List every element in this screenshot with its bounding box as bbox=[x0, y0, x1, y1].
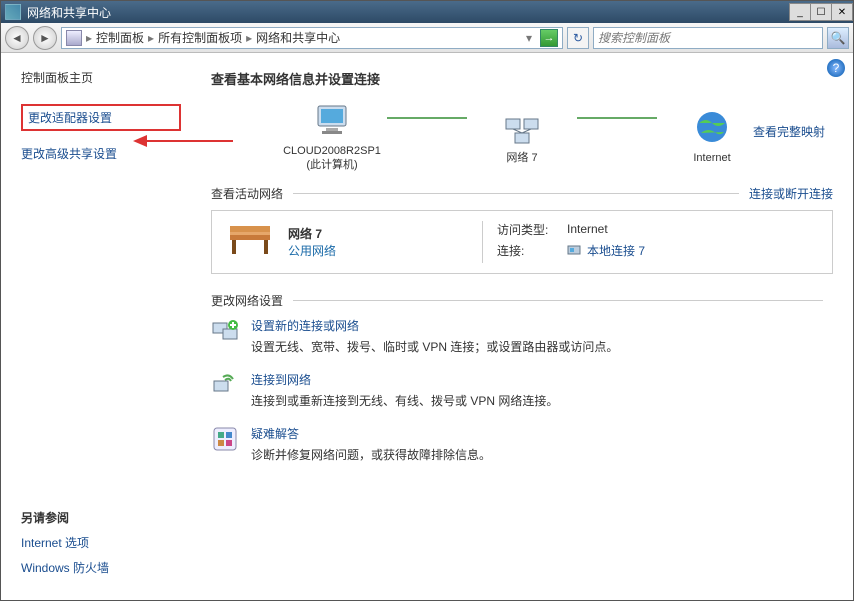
setting-item-connect: 连接到网络 连接到或重新连接到无线、有线、拨号或 VPN 网络连接。 bbox=[211, 371, 833, 409]
connection-link[interactable]: 本地连接 7 bbox=[587, 242, 645, 259]
sidebar: 控制面板主页 更改适配器设置 更改高级共享设置 另请参阅 Internet 选项… bbox=[1, 53, 201, 600]
window-title: 网络和共享中心 bbox=[27, 4, 790, 21]
change-settings-heading: 更改网络设置 bbox=[211, 292, 283, 309]
active-networks-title: 查看活动网络 bbox=[211, 185, 283, 202]
back-button[interactable]: ◄ bbox=[5, 26, 29, 50]
minimize-button[interactable]: _ bbox=[789, 3, 811, 21]
map-node-internet: Internet bbox=[657, 107, 767, 165]
bench-icon bbox=[226, 222, 274, 262]
connection-label: 连接: bbox=[497, 242, 561, 259]
map-connector-2 bbox=[577, 117, 657, 119]
setting-item-new-connection: 设置新的连接或网络 设置无线、宽带、拨号、临时或 VPN 连接；或设置路由器或访… bbox=[211, 317, 833, 355]
nic-icon bbox=[567, 243, 581, 257]
map-this-pc-sub: (此计算机) bbox=[277, 158, 387, 172]
map-this-pc-name: CLOUD2008R2SP1 bbox=[277, 144, 387, 158]
address-icon bbox=[66, 30, 82, 46]
connect-network-icon bbox=[211, 371, 239, 399]
breadcrumb-leaf[interactable]: 网络和共享中心 bbox=[256, 29, 340, 46]
body: ? 控制面板主页 更改适配器设置 更改高级共享设置 另请参阅 Internet … bbox=[1, 53, 853, 600]
network-type-link[interactable]: 公用网络 bbox=[288, 242, 468, 259]
active-networks-header: 查看活动网络 连接或断开连接 bbox=[211, 185, 833, 202]
addr-dropdown-icon[interactable]: ▾ bbox=[526, 31, 532, 45]
search-button[interactable]: 🔍 bbox=[827, 27, 849, 49]
network-icon bbox=[502, 107, 542, 147]
sidebar-home[interactable]: 控制面板主页 bbox=[21, 69, 181, 86]
toolbar: ◄ ► ▸ 控制面板 ▸ 所有控制面板项 ▸ 网络和共享中心 ▾ → ↻ 搜索控… bbox=[1, 23, 853, 53]
network-map: CLOUD2008R2SP1 (此计算机) 网络 7 Internet bbox=[211, 100, 833, 173]
sidebar-link-advanced-sharing[interactable]: 更改高级共享设置 bbox=[21, 145, 181, 162]
setting-title-new-connection[interactable]: 设置新的连接或网络 bbox=[251, 317, 618, 334]
app-icon bbox=[5, 4, 21, 20]
map-network-label: 网络 7 bbox=[467, 151, 577, 165]
close-button[interactable]: ✕ bbox=[831, 3, 853, 21]
address-bar[interactable]: ▸ 控制面板 ▸ 所有控制面板项 ▸ 网络和共享中心 ▾ → bbox=[61, 27, 563, 49]
breadcrumb-mid[interactable]: 所有控制面板项 bbox=[158, 29, 242, 46]
window-root: 网络和共享中心 _ ☐ ✕ ◄ ► ▸ 控制面板 ▸ 所有控制面板项 ▸ 网络和… bbox=[0, 0, 854, 601]
see-also-heading: 另请参阅 bbox=[21, 509, 181, 526]
search-input[interactable]: 搜索控制面板 bbox=[593, 27, 823, 49]
setting-desc-troubleshoot: 诊断并修复网络问题，或获得故障排除信息。 bbox=[251, 446, 491, 463]
network-name: 网络 7 bbox=[288, 225, 468, 242]
connect-disconnect-link[interactable]: 连接或断开连接 bbox=[749, 185, 833, 202]
breadcrumb-root[interactable]: 控制面板 bbox=[96, 29, 144, 46]
setting-title-troubleshoot[interactable]: 疑难解答 bbox=[251, 425, 491, 442]
view-full-map-link[interactable]: 查看完整映射 bbox=[753, 123, 825, 140]
change-settings-section: 更改网络设置 设置新的连接或网络 设置无线、宽带、拨号、临时或 VPN 连接；或… bbox=[211, 292, 833, 463]
network-info: 网络 7 公用网络 bbox=[288, 225, 468, 259]
see-also-windows-firewall[interactable]: Windows 防火墙 bbox=[21, 559, 181, 576]
active-network-box: 网络 7 公用网络 访问类型: Internet 连接: 本地连接 7 bbox=[211, 210, 833, 274]
main-content: 查看基本网络信息并设置连接 查看完整映射 CLOUD2008R2SP1 (此计算… bbox=[201, 53, 853, 600]
setting-item-troubleshoot: 疑难解答 诊断并修复网络问题，或获得故障排除信息。 bbox=[211, 425, 833, 463]
see-also-internet-options[interactable]: Internet 选项 bbox=[21, 534, 181, 551]
go-button[interactable]: → bbox=[540, 29, 558, 47]
maximize-button[interactable]: ☐ bbox=[810, 3, 832, 21]
network-details: 访问类型: Internet 连接: 本地连接 7 bbox=[482, 221, 818, 263]
access-type-label: 访问类型: bbox=[497, 221, 561, 238]
window-buttons: _ ☐ ✕ bbox=[790, 3, 853, 21]
setting-title-connect[interactable]: 连接到网络 bbox=[251, 371, 558, 388]
setting-desc-new-connection: 设置无线、宽带、拨号、临时或 VPN 连接；或设置路由器或访问点。 bbox=[251, 338, 618, 355]
computer-icon bbox=[312, 100, 352, 140]
map-node-this-pc: CLOUD2008R2SP1 (此计算机) bbox=[277, 100, 387, 173]
globe-icon bbox=[692, 107, 732, 147]
sidebar-link-adapter-settings[interactable]: 更改适配器设置 bbox=[21, 104, 181, 131]
map-node-network: 网络 7 bbox=[467, 107, 577, 165]
new-connection-icon bbox=[211, 317, 239, 345]
forward-button[interactable]: ► bbox=[33, 26, 57, 50]
map-connector-1 bbox=[387, 117, 467, 119]
access-type-value: Internet bbox=[567, 222, 608, 236]
setting-desc-connect: 连接到或重新连接到无线、有线、拨号或 VPN 网络连接。 bbox=[251, 392, 558, 409]
map-internet-label: Internet bbox=[657, 151, 767, 165]
titlebar: 网络和共享中心 _ ☐ ✕ bbox=[1, 1, 853, 23]
refresh-button[interactable]: ↻ bbox=[567, 27, 589, 49]
troubleshoot-icon bbox=[211, 425, 239, 453]
page-heading: 查看基本网络信息并设置连接 bbox=[211, 69, 833, 88]
